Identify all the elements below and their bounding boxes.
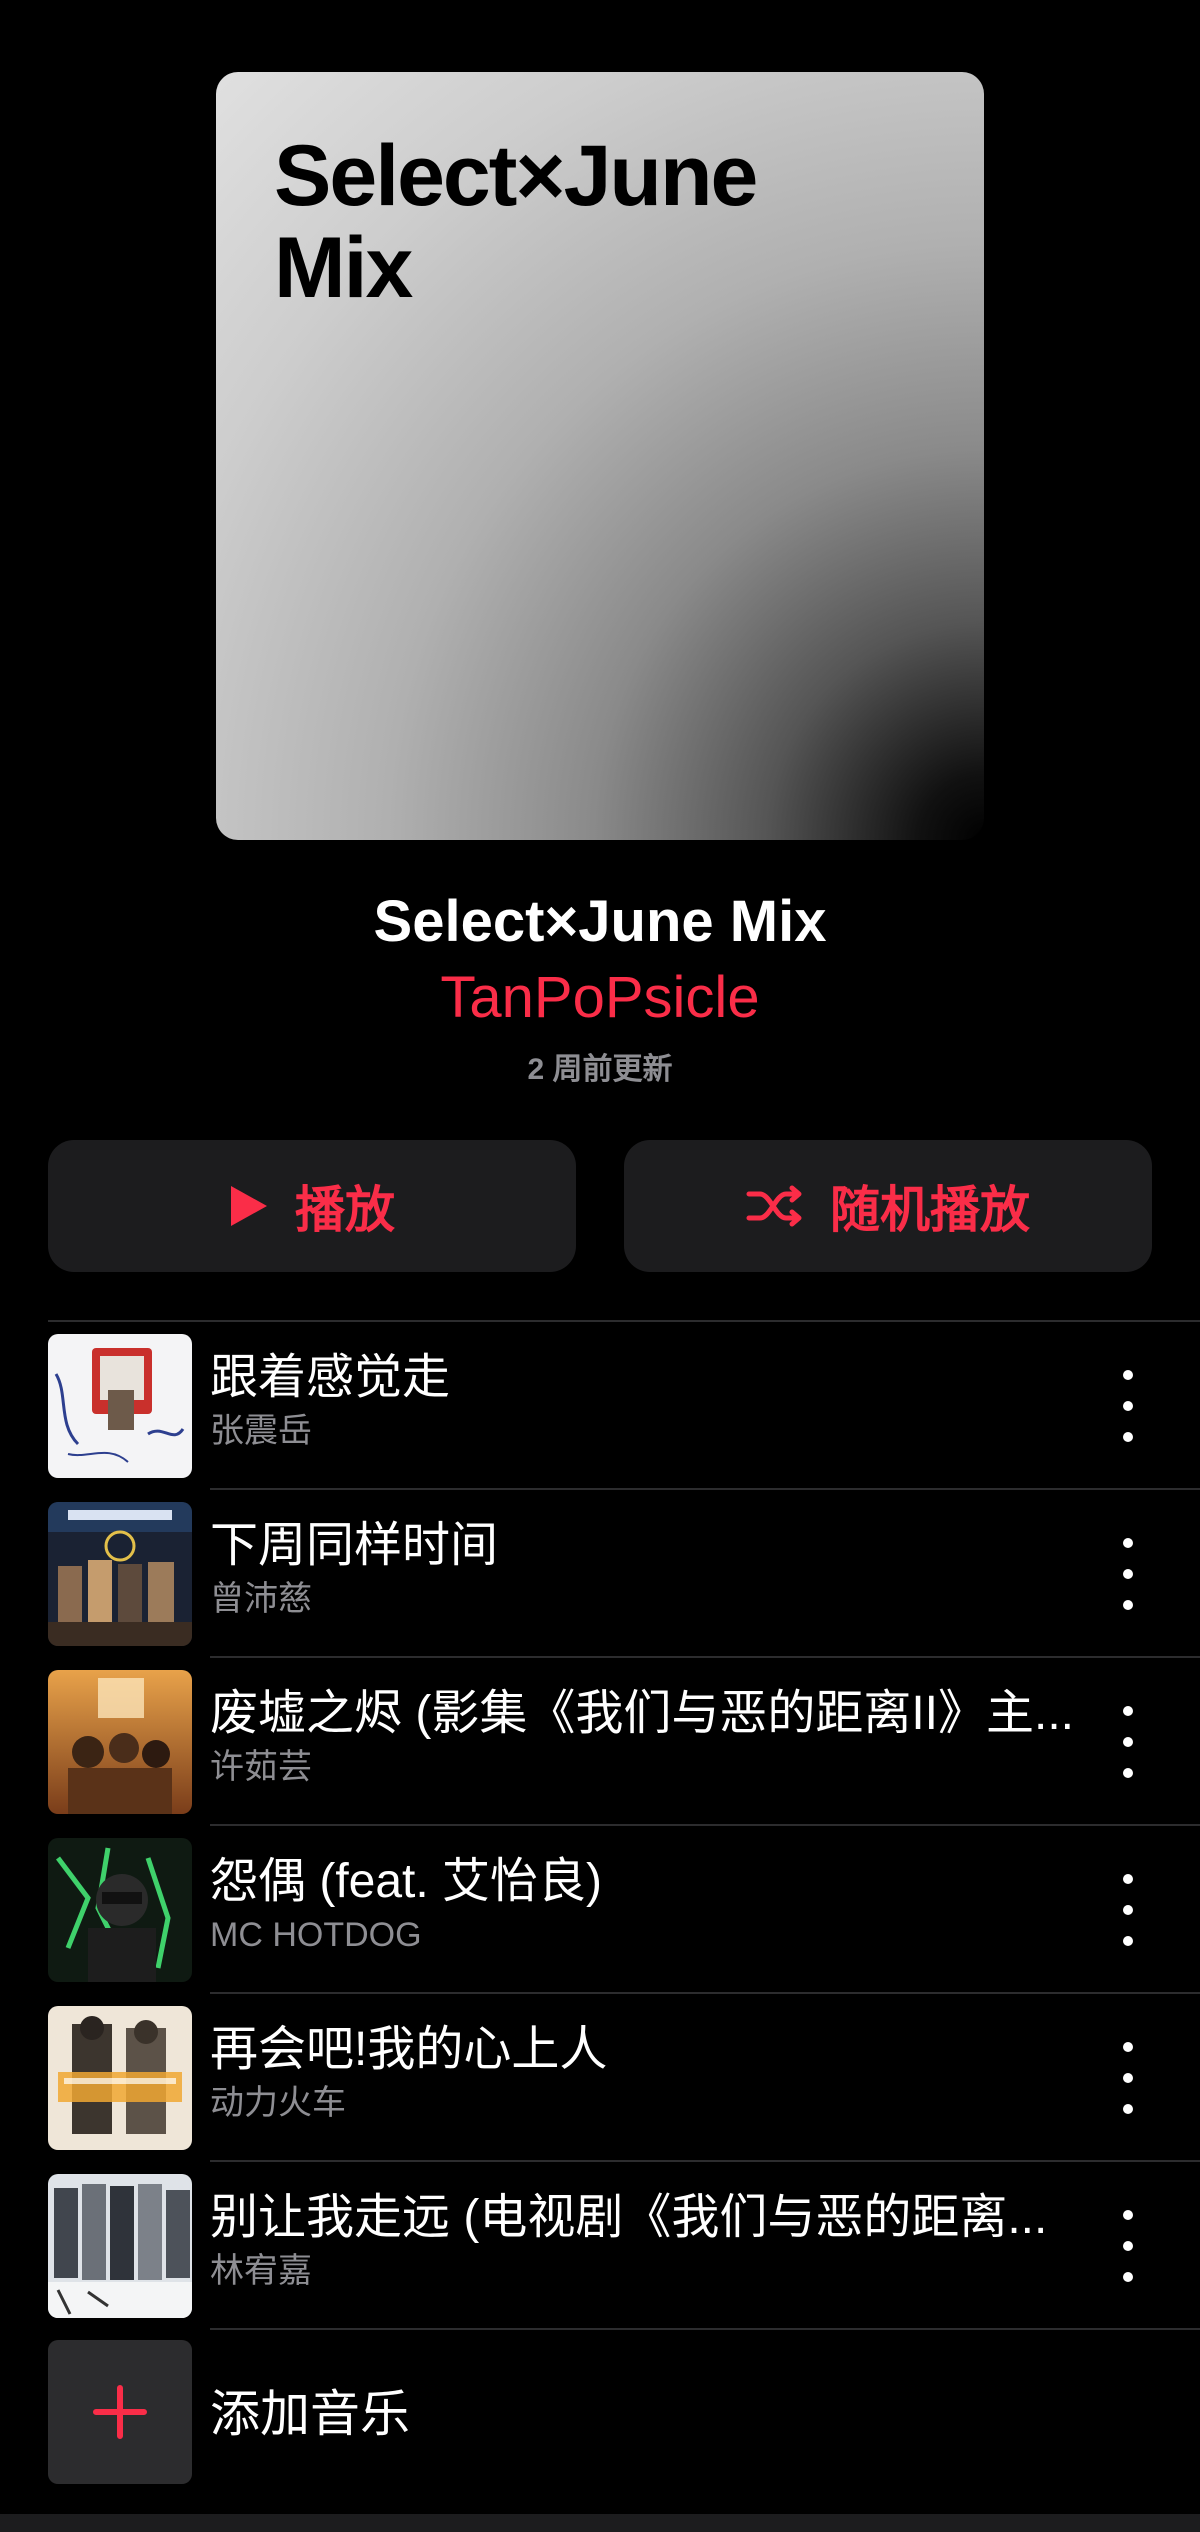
- track-title: 别让我走远 (电视剧《我们与恶的距离...: [210, 2191, 1048, 2244]
- mini-player-edge: [0, 2514, 1200, 2532]
- track-row[interactable]: 下周同样时间 曾沛慈: [0, 1490, 1200, 1658]
- track-info: 跟着感觉走 张震岳: [210, 1348, 1080, 1454]
- track-info: 别让我走远 (电视剧《我们与恶的距离... 林宥嘉: [210, 2188, 1080, 2294]
- track-artist: MC HOTDOG: [210, 1916, 422, 1954]
- album-art: [48, 1334, 192, 1478]
- track-row[interactable]: 别让我走远 (电视剧《我们与恶的距离... 林宥嘉: [0, 2162, 1200, 2330]
- album-art: [48, 1838, 192, 1982]
- plus-icon[interactable]: [48, 2340, 192, 2484]
- shuffle-icon: [746, 1184, 804, 1228]
- shuffle-button-label: 随机播放: [830, 1182, 1030, 1238]
- album-art: [48, 2006, 192, 2150]
- track-artist: 动力火车: [210, 2084, 346, 2122]
- track-info: 废墟之烬 (影集《我们与恶的距离II》主... 许茹芸: [210, 1684, 1080, 1790]
- more-vertical-icon[interactable]: [1110, 1538, 1146, 1610]
- track-artist: 许茹芸: [210, 1748, 312, 1786]
- more-vertical-icon[interactable]: [1110, 1706, 1146, 1778]
- track-title: 再会吧!我的心上人: [210, 2023, 608, 2076]
- play-button[interactable]: 播放: [48, 1140, 576, 1272]
- more-vertical-icon[interactable]: [1110, 1874, 1146, 1946]
- track-list: 跟着感觉走 张震岳 下周同样时间 曾沛慈 废墟之烬 (影集《我们与恶的距离II》…: [0, 1322, 1200, 2330]
- add-music-row[interactable]: 添加音乐: [0, 2330, 1200, 2498]
- play-button-label: 播放: [295, 1182, 395, 1238]
- updated-time: 2 周前更新: [527, 1053, 673, 1086]
- album-art: [48, 1502, 192, 1646]
- track-title: 怨偶 (feat. 艾怡良): [210, 1855, 603, 1908]
- playlist-title: Select×June Mix: [373, 889, 827, 954]
- track-row[interactable]: 再会吧!我的心上人 动力火车: [0, 1994, 1200, 2162]
- track-row[interactable]: 跟着感觉走 张震岳: [0, 1322, 1200, 1490]
- track-info: 怨偶 (feat. 艾怡良) MC HOTDOG: [210, 1852, 1080, 1958]
- playlist-page: Select×June Mix Select×June Mix TanPoPsi…: [0, 0, 1200, 2532]
- track-title: 下周同样时间: [210, 1519, 499, 1572]
- track-artist: 张震岳: [210, 1412, 312, 1450]
- track-artist: 曾沛慈: [210, 1580, 312, 1618]
- album-art: [48, 1670, 192, 1814]
- add-music-label: 添加音乐: [210, 2386, 410, 2442]
- more-vertical-icon[interactable]: [1110, 2210, 1146, 2282]
- track-info: 下周同样时间 曾沛慈: [210, 1516, 1080, 1622]
- track-artist: 林宥嘉: [210, 2252, 312, 2290]
- track-row[interactable]: 怨偶 (feat. 艾怡良) MC HOTDOG: [0, 1826, 1200, 1994]
- playlist-cover-art: Select×June Mix: [216, 72, 984, 840]
- track-info: 再会吧!我的心上人 动力火车: [210, 2020, 1080, 2126]
- more-vertical-icon[interactable]: [1110, 1370, 1146, 1442]
- track-title: 跟着感觉走: [210, 1351, 451, 1404]
- cover-title: Select×June Mix: [274, 128, 758, 316]
- track-title: 废墟之烬 (影集《我们与恶的距离II》主...: [210, 1687, 1075, 1740]
- more-vertical-icon[interactable]: [1110, 2042, 1146, 2114]
- shuffle-button[interactable]: 随机播放: [624, 1140, 1152, 1272]
- album-art: [48, 2174, 192, 2318]
- play-icon: [229, 1184, 269, 1228]
- playlist-curator-link[interactable]: TanPoPsicle: [0, 958, 1200, 1038]
- track-row[interactable]: 废墟之烬 (影集《我们与恶的距离II》主... 许茹芸: [0, 1658, 1200, 1826]
